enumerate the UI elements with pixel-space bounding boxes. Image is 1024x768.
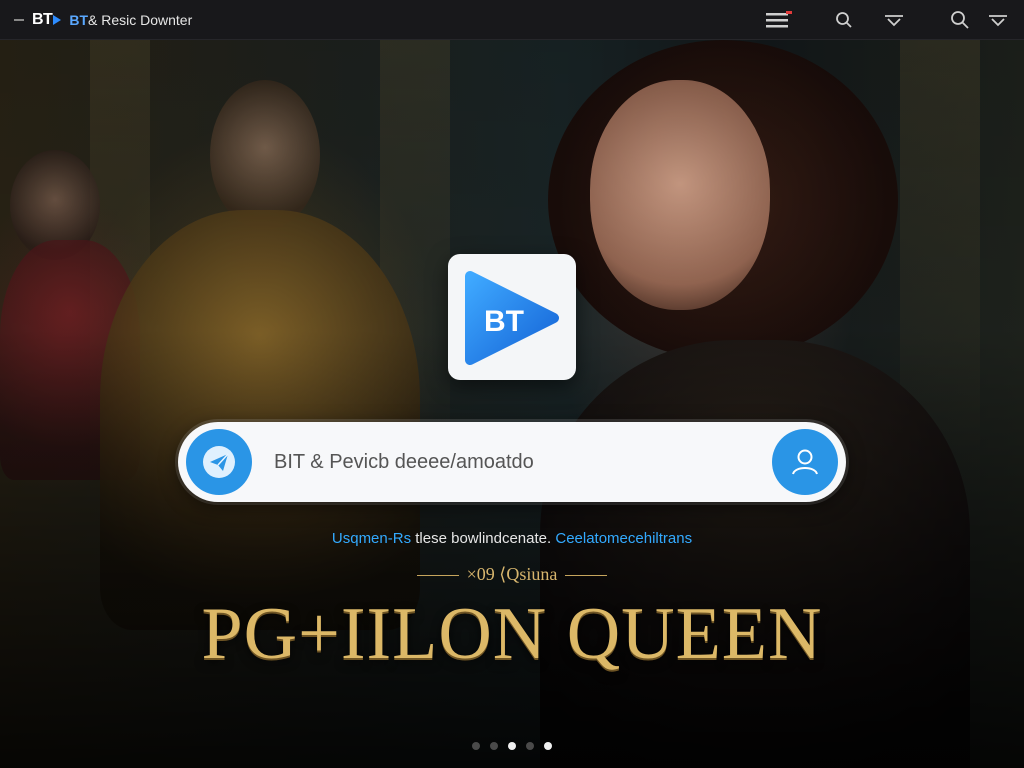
search-icon (836, 12, 852, 28)
search-input[interactable] (274, 442, 744, 482)
telegram-button[interactable] (186, 429, 252, 495)
paper-plane-icon (203, 446, 235, 478)
title-eyebrow: ×09 ⟨Qsiuna (0, 564, 1024, 585)
eyebrow-text: ×09 ⟨Qsiuna (466, 564, 558, 584)
brand-dash (14, 18, 24, 21)
dropdown-button[interactable] (880, 8, 908, 32)
chevron-down-icon (885, 15, 903, 27)
pager-dot-5[interactable] (544, 742, 552, 750)
promo-subline: Usqmen-Rs tlese bowlindcenate. Ceelatome… (0, 530, 1024, 547)
dropdown-button-secondary[interactable] (984, 8, 1012, 32)
pager-dot-4[interactable] (526, 742, 534, 750)
brand-mark-text: BT (32, 10, 53, 28)
user-icon (792, 449, 818, 475)
subline-part-1[interactable]: Usqmen-Rs (332, 530, 411, 547)
subline-part-2: tlese bowlindcenate. (415, 530, 552, 547)
app-logo-tile[interactable]: BT (448, 254, 576, 380)
subline-part-3[interactable]: Ceelatomecehiltrans (555, 530, 692, 547)
menu-icon (766, 11, 792, 28)
carousel-pager (0, 742, 1024, 750)
brand-mark: BT (32, 10, 62, 29)
top-bar: BT BT& Resic Downter (0, 0, 1024, 40)
brand-logo[interactable]: BT BT& Resic Downter (14, 0, 192, 40)
pager-dot-1[interactable] (472, 742, 480, 750)
search-button[interactable] (830, 8, 858, 32)
pager-dot-3[interactable] (508, 742, 516, 750)
show-title: PG+IILON QUEEN (201, 593, 823, 675)
play-icon (53, 14, 62, 25)
pager-dot-2[interactable] (490, 742, 498, 750)
eyebrow-rule-right (565, 575, 608, 577)
app-logo-icon: BT (465, 271, 559, 365)
hero-banner: BT Usqmen-Rs tlese bowlindcenate. Ceelat… (0, 40, 1024, 768)
user-button[interactable] (772, 429, 838, 495)
logo-text: BT (484, 305, 524, 338)
search-bar (178, 422, 846, 502)
search-icon (951, 11, 969, 29)
eyebrow-rule-left (416, 575, 459, 577)
chevron-down-icon (989, 15, 1007, 27)
brand-name-accent: BT (69, 11, 88, 28)
search-button-secondary[interactable] (946, 8, 974, 32)
brand-name-text: & Resic Downter (88, 11, 193, 28)
menu-button[interactable] (764, 8, 792, 32)
brand-name: BT& Resic Downter (69, 12, 192, 28)
